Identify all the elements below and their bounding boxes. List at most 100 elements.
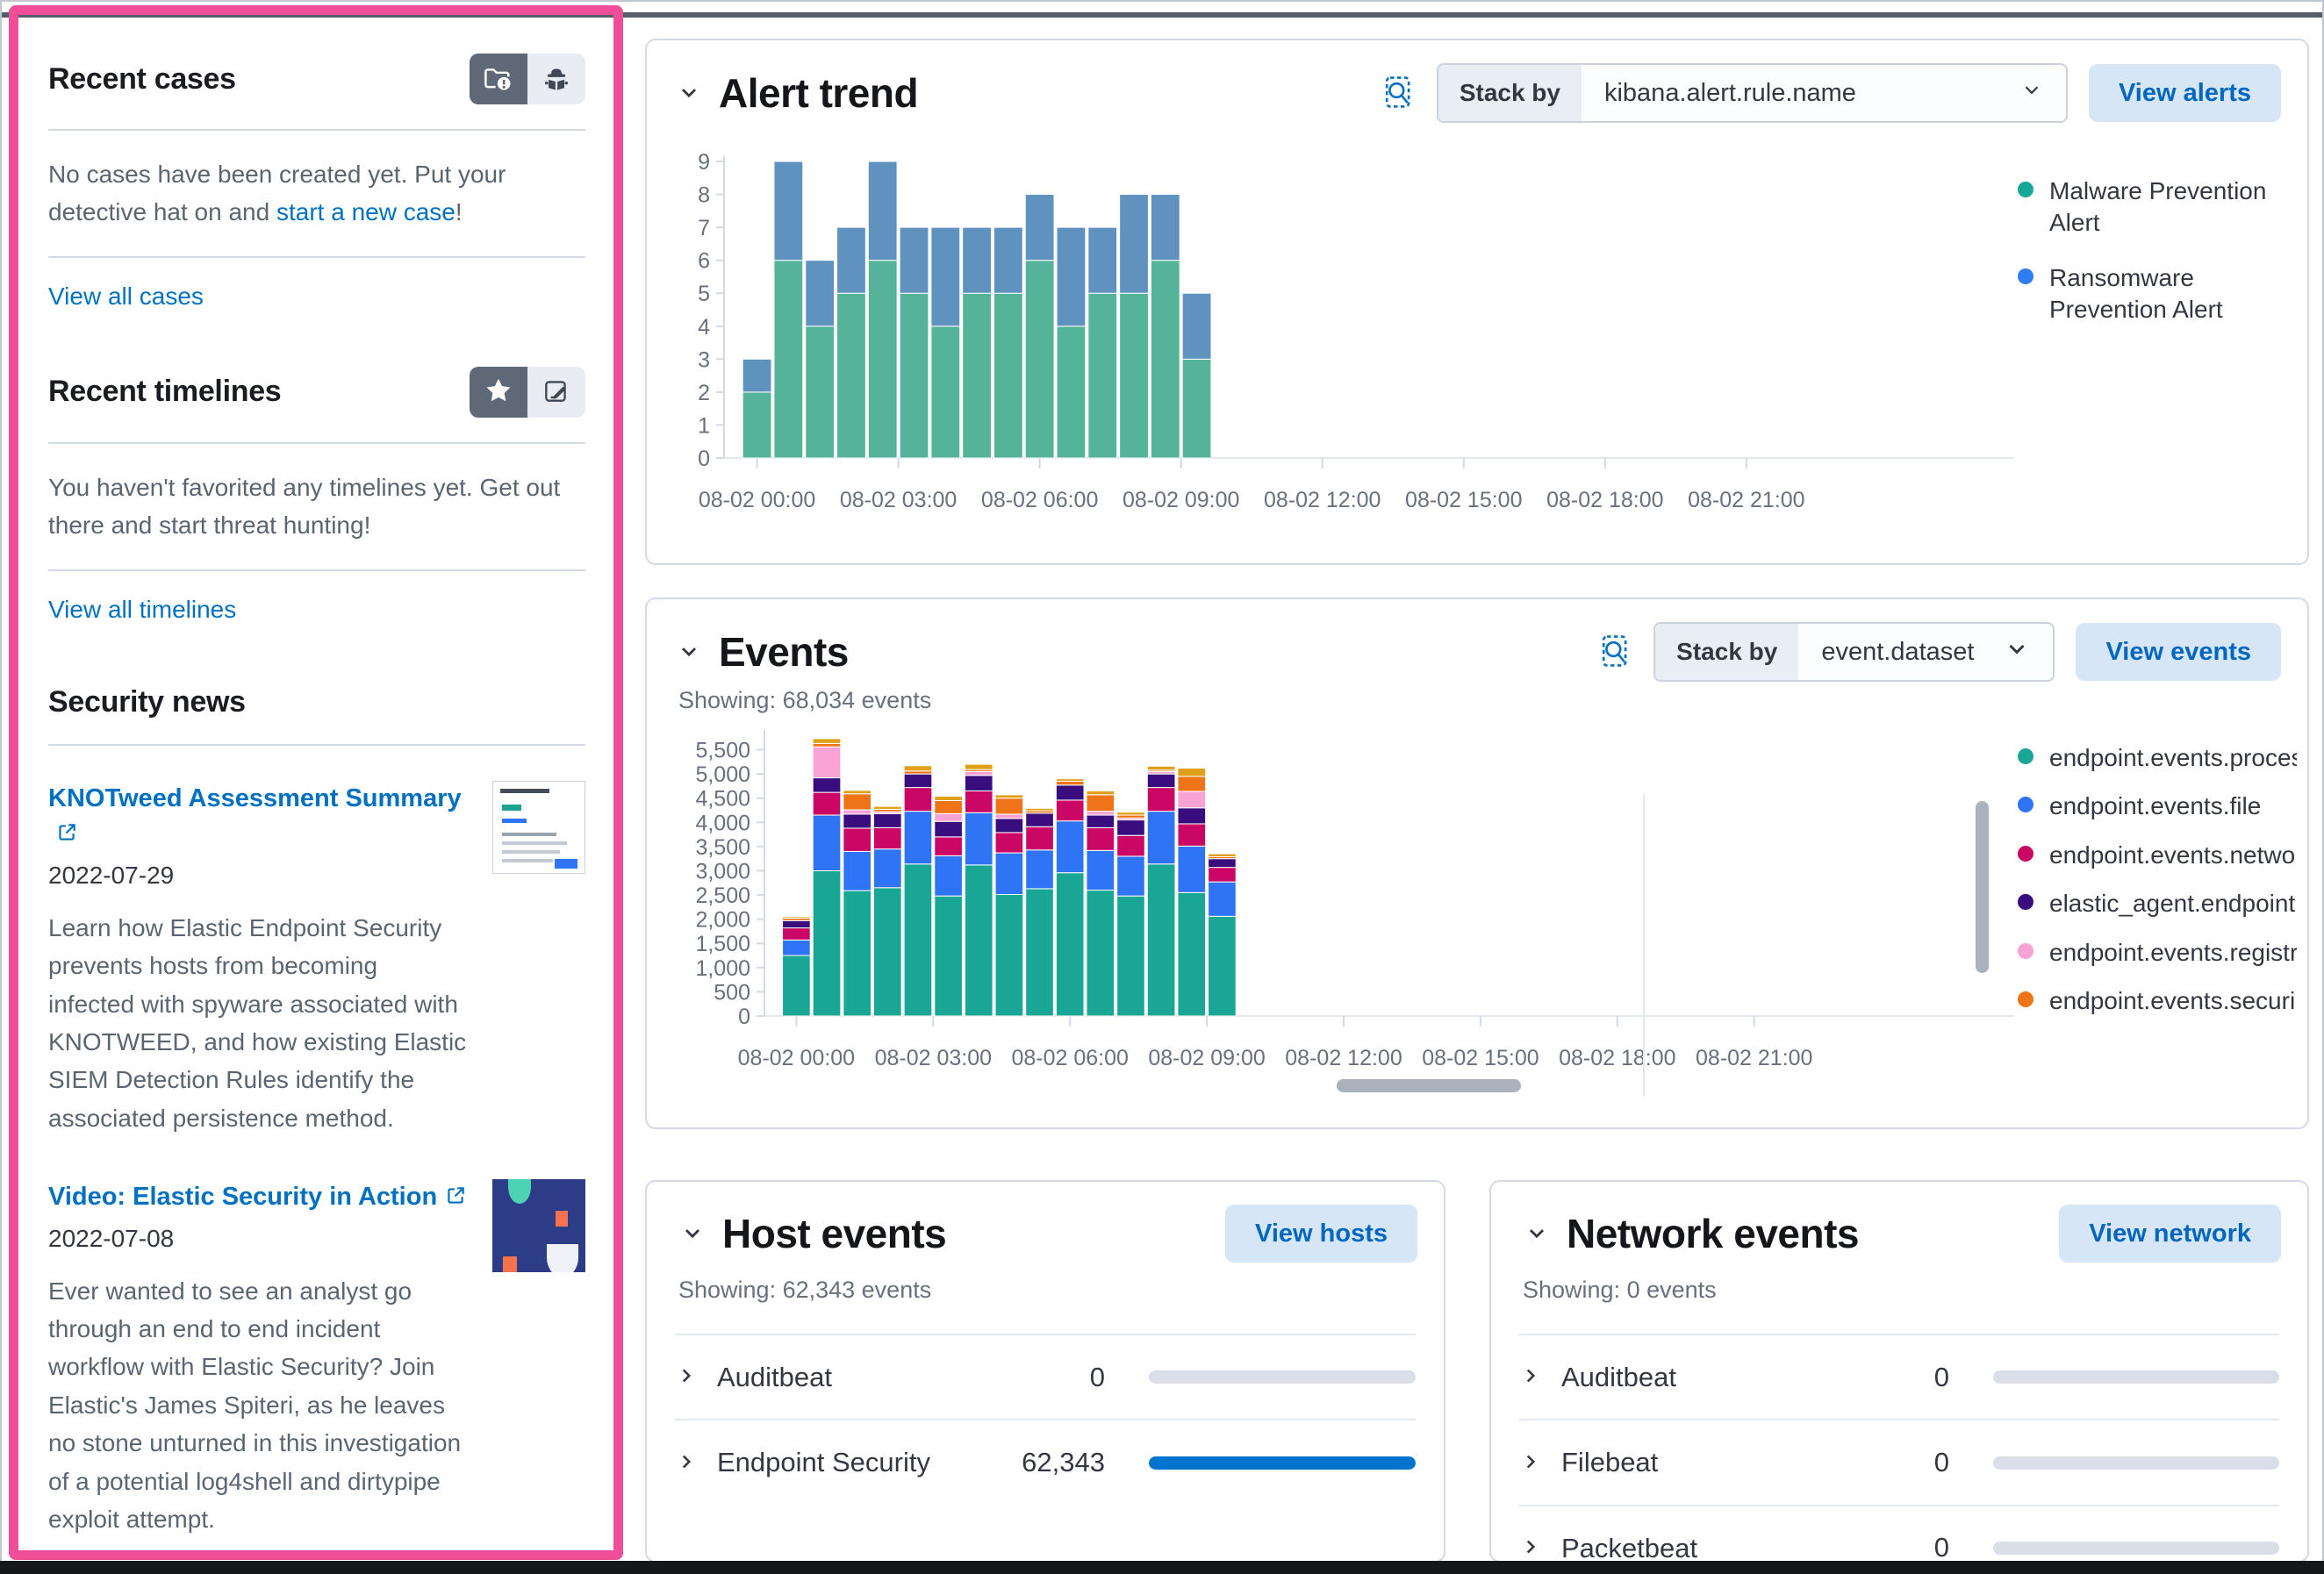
row-expand-toggle[interactable] <box>675 1450 698 1476</box>
window-bottom-edge <box>0 1561 2324 1574</box>
view-alerts-button[interactable]: View alerts <box>2088 64 2281 122</box>
table-row: Auditbeat 0 <box>1519 1334 2279 1419</box>
news-item-title-link[interactable]: Video: Elastic Security in Action <box>48 1179 470 1218</box>
legend-dot-icon <box>2018 797 2034 813</box>
chevron-down-icon <box>2004 635 2030 669</box>
svg-text:08-02 03:00: 08-02 03:00 <box>840 488 957 512</box>
table-row: Filebeat 0 <box>1519 1419 2279 1504</box>
inspect-icon <box>1596 633 1632 672</box>
alert-stack-by-value: kibana.alert.rule.name <box>1603 78 1856 107</box>
view-all-timelines-link[interactable]: View all timelines <box>48 596 236 623</box>
stack-by-label: Stack by <box>1438 65 1582 121</box>
divider <box>48 743 585 746</box>
legend-vertical-scrollbar[interactable] <box>1976 801 1989 973</box>
alert-trend-panel: Alert trend Stack by kibana.alert.rule.n… <box>645 39 2309 565</box>
legend-horizontal-scrollbar[interactable] <box>1337 1079 1521 1092</box>
recently-created-cases-button[interactable] <box>470 54 527 104</box>
svg-text:08-02 06:00: 08-02 06:00 <box>1011 1046 1128 1070</box>
legend-label: endpoint.events.securi <box>2049 986 2296 1014</box>
detective-reading-icon <box>541 62 572 97</box>
svg-text:08-02 12:00: 08-02 12:00 <box>1285 1046 1402 1070</box>
legend-dot-icon <box>2018 991 2034 1007</box>
network-events-rows: Auditbeat 0 Filebeat 0 Packetbeat 0 <box>1519 1334 2279 1561</box>
view-hosts-button[interactable]: View hosts <box>1225 1205 1417 1263</box>
svg-text:0: 0 <box>738 1005 750 1029</box>
chevron-right-icon <box>1519 1364 1542 1390</box>
news-item-thumbnail <box>492 780 585 874</box>
network-events-title: Network events <box>1567 1211 1860 1256</box>
empty-text-suffix: ! <box>455 198 463 226</box>
folder-exclamation-icon <box>483 62 514 97</box>
network-events-header: Network events View network <box>1491 1182 2307 1271</box>
chevron-down-icon <box>1524 1220 1549 1248</box>
legend-item[interactable]: endpoint.events.file <box>2018 791 2297 822</box>
view-network-button[interactable]: View network <box>2059 1205 2281 1263</box>
chevron-right-icon <box>1519 1535 1542 1561</box>
sidebar: Recent cases No cases have been created … <box>18 15 613 1550</box>
view-events-button[interactable]: View events <box>2076 623 2281 681</box>
recent-cases-filter-group <box>470 54 585 104</box>
network-events-collapse-toggle[interactable] <box>1524 1220 1549 1248</box>
legend-item[interactable]: endpoint.events.netwo <box>2018 840 2297 871</box>
svg-text:4,500: 4,500 <box>695 787 750 812</box>
svg-text:1: 1 <box>698 413 710 438</box>
row-expand-toggle[interactable] <box>675 1364 698 1390</box>
recent-timelines-edit-button[interactable] <box>527 366 585 418</box>
events-stack-by-control: Stack by event.dataset <box>1653 622 2055 682</box>
events-title: Events <box>719 629 849 675</box>
news-item-text: KNOTweed Assessment Summary 2022-07-29 L… <box>48 781 470 1138</box>
legend-item[interactable]: endpoint.events.registr <box>2018 937 2297 969</box>
host-events-collapse-toggle[interactable] <box>680 1220 705 1248</box>
legend-item[interactable]: Malware Prevention Alert <box>2018 175 2297 240</box>
svg-text:1,000: 1,000 <box>695 956 750 981</box>
legend-label: endpoint.events.registr <box>2049 938 2297 966</box>
news-item-title-link[interactable]: KNOTweed Assessment Summary <box>48 781 470 855</box>
row-expand-toggle[interactable] <box>1519 1450 1542 1476</box>
divider <box>48 129 585 131</box>
events-header: Events Stack by event.dataset View event… <box>647 599 2307 685</box>
host-events-showing-count: Showing: 62,343 events <box>678 1277 932 1303</box>
legend-item[interactable]: endpoint.events.securi <box>2018 985 2297 1017</box>
table-row: Endpoint Security 62,343 <box>675 1419 1416 1504</box>
row-expand-toggle[interactable] <box>1519 1535 1542 1561</box>
svg-text:3,500: 3,500 <box>695 835 750 860</box>
svg-text:08-02 12:00: 08-02 12:00 <box>1264 488 1381 512</box>
row-expand-toggle[interactable] <box>1519 1364 1542 1390</box>
svg-text:08-02 00:00: 08-02 00:00 <box>738 1046 855 1070</box>
legend-item[interactable]: elastic_agent.endpoint <box>2018 888 2297 919</box>
events-stack-by-select[interactable]: event.dataset <box>1798 624 2053 680</box>
svg-text:3,000: 3,000 <box>695 859 750 884</box>
legend-item[interactable]: endpoint.events.proces <box>2018 742 2297 774</box>
row-name: Auditbeat <box>717 1362 832 1392</box>
row-progress-bar <box>1149 1370 1416 1384</box>
favorite-timelines-button[interactable] <box>470 366 527 418</box>
alert-trend-collapse-toggle[interactable] <box>677 80 701 107</box>
external-link-icon <box>444 1182 467 1218</box>
row-count: 0 <box>1933 1361 1949 1392</box>
view-all-cases-link[interactable]: View all cases <box>48 283 204 310</box>
svg-text:08-02 21:00: 08-02 21:00 <box>1696 1046 1812 1070</box>
recently-viewed-cases-button[interactable] <box>527 54 585 104</box>
inspect-button[interactable] <box>1379 74 1416 113</box>
recent-timelines-empty-text: You haven't favorited any timelines yet.… <box>48 473 561 540</box>
news-item-title: Video: Elastic Security in Action <box>48 1183 438 1212</box>
news-item: Video: Elastic Security in Action 2022-0… <box>48 1179 585 1538</box>
divider <box>48 441 585 444</box>
news-item-description: Learn how Elastic Endpoint Security prev… <box>48 913 467 1132</box>
chevron-down-icon <box>2020 78 2043 108</box>
legend-dot-icon <box>2018 748 2034 764</box>
start-a-new-case-link[interactable]: start a new case <box>276 198 455 225</box>
recent-cases-title: Recent cases <box>48 61 236 96</box>
row-name: Filebeat <box>1561 1447 1659 1478</box>
alert-stack-by-select[interactable]: kibana.alert.rule.name <box>1582 65 2066 121</box>
legend-item[interactable]: Ransomware Prevention Alert <box>2018 262 2297 326</box>
events-legend: endpoint.events.proces endpoint.events.f… <box>2018 719 2297 1028</box>
row-progress-fill <box>1149 1456 1416 1470</box>
security-overview-page: Recent cases No cases have been created … <box>0 0 2324 1574</box>
events-collapse-toggle[interactable] <box>677 639 701 666</box>
events-chart: 05001,0001,5002,0002,5003,0003,5004,0004… <box>695 730 2014 1070</box>
svg-text:08-02 09:00: 08-02 09:00 <box>1148 1046 1265 1070</box>
legend-dot-icon <box>2018 182 2034 197</box>
inspect-button[interactable] <box>1596 633 1632 672</box>
legend-label: Malware Prevention Alert <box>2049 177 2267 237</box>
